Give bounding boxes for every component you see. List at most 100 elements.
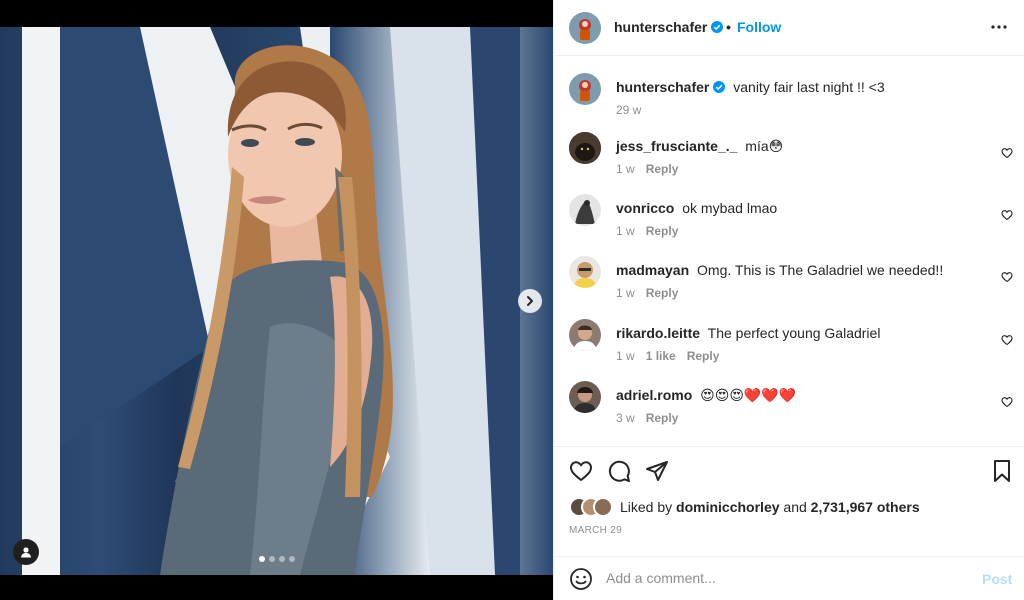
share-button[interactable] [645, 459, 669, 486]
comment-like-button[interactable] [1001, 333, 1013, 349]
comment-text: ok mybad lmao [682, 200, 778, 216]
commenter-avatar[interactable] [569, 194, 601, 226]
save-button[interactable] [990, 459, 1014, 486]
commenter-avatar[interactable] [569, 319, 601, 351]
post-caption: hunterschafer vanity fair last night !! … [554, 73, 1024, 133]
comment-meta: 1 w Reply [616, 162, 678, 176]
comment-like-button[interactable] [1001, 270, 1013, 286]
liked-by-line: Liked by dominicchorley and 2,731,967 ot… [620, 499, 920, 515]
heart-icon [570, 461, 592, 481]
comment-time[interactable]: 1 w [616, 224, 635, 238]
comment-meta: 1 w Reply [616, 286, 678, 300]
more-icon [991, 25, 1007, 29]
caption-meta: 29 w [616, 103, 641, 117]
comment-text-line: vonricco ok mybad lmao [616, 199, 777, 217]
comment-time[interactable]: 3 w [616, 411, 635, 425]
liker-avatars [569, 497, 615, 517]
carousel-dot [288, 556, 295, 562]
comment-likes-count[interactable]: 1 like [646, 349, 676, 363]
add-comment-bar: Post [554, 556, 1024, 600]
heart-icon [1001, 397, 1013, 408]
liked-by-and: and [783, 499, 807, 515]
comment-button[interactable] [607, 459, 631, 486]
comment-item: madmayan Omg. This is The Galadriel we n… [554, 256, 1024, 316]
reply-button[interactable]: Reply [646, 162, 679, 176]
heart-icon [1001, 210, 1013, 221]
tagged-users-button[interactable] [13, 539, 39, 565]
liked-by-user[interactable]: dominicchorley [676, 499, 779, 515]
reply-button[interactable]: Reply [646, 286, 679, 300]
carousel-dot [268, 556, 275, 562]
comment-like-button[interactable] [1001, 208, 1013, 224]
carousel-dot [258, 556, 265, 562]
post-photo [0, 27, 553, 575]
post-header: hunterschafer • Follow [554, 0, 1024, 56]
comment-username[interactable]: vonricco [616, 200, 674, 216]
more-options-button[interactable] [990, 18, 1008, 39]
heart-icon [1001, 148, 1013, 159]
comment-text: The perfect young Galadriel [707, 325, 881, 341]
comment-username[interactable]: jess_frusciante_._ [616, 138, 737, 154]
like-button[interactable] [569, 459, 593, 486]
likes-count[interactable]: 2,731,967 others [811, 499, 920, 515]
caption-time[interactable]: 29 w [616, 103, 641, 117]
comment-time[interactable]: 1 w [616, 286, 635, 300]
post-comment-button[interactable]: Post [982, 571, 1012, 587]
comment-username[interactable]: rikardo.leitte [616, 325, 700, 341]
comment-item: adriel.romo 😍😍😍❤️❤️❤️ 3 w Reply [554, 381, 1024, 441]
commenter-avatar[interactable] [569, 381, 601, 413]
post-media [0, 0, 553, 600]
heart-icon [1001, 335, 1013, 346]
post-side-panel: hunterschafer • Follow hunterschafer van… [553, 0, 1024, 600]
comment-username[interactable]: adriel.romo [616, 387, 692, 403]
comment-username[interactable]: madmayan [616, 262, 689, 278]
verified-icon [711, 21, 724, 33]
comment-time[interactable]: 1 w [616, 349, 635, 363]
comment-like-button[interactable] [1001, 395, 1013, 411]
comment-input[interactable] [606, 567, 966, 589]
verified-icon [713, 81, 726, 93]
post-date[interactable]: MARCH 29 [569, 525, 622, 536]
carousel-dots [0, 556, 553, 562]
carousel-dot [278, 556, 285, 562]
action-bar: Liked by dominicchorley and 2,731,967 ot… [554, 446, 1024, 556]
emoji-icon [570, 568, 592, 590]
caption-username[interactable]: hunterschafer [616, 79, 726, 95]
caption-line: hunterschafer vanity fair last night !! … [616, 78, 885, 96]
follow-button[interactable]: Follow [737, 19, 781, 35]
reply-button[interactable]: Reply [646, 411, 679, 425]
comment-meta: 3 w Reply [616, 411, 678, 425]
comment-icon [608, 460, 630, 482]
comment-meta: 1 w 1 like Reply [616, 349, 719, 363]
comment-item: vonricco ok mybad lmao 1 w Reply [554, 194, 1024, 254]
comment-item: jess_frusciante_._ mía😳 1 w Reply [554, 132, 1024, 192]
commenter-avatar[interactable] [569, 132, 601, 164]
heart-icon [1001, 272, 1013, 283]
author-username[interactable]: hunterschafer [614, 19, 724, 35]
comment-text: 😍😍😍❤️❤️❤️ [700, 387, 797, 403]
liked-by-prefix: Liked by [620, 499, 673, 515]
comment-time[interactable]: 1 w [616, 162, 635, 176]
comment-text: mía😳 [745, 138, 784, 154]
comment-item: rikardo.leitte The perfect young Galadri… [554, 319, 1024, 379]
comment-text-line: rikardo.leitte The perfect young Galadri… [616, 324, 880, 342]
post-dialog: hunterschafer • Follow hunterschafer van… [0, 0, 1024, 600]
liker-avatar [593, 497, 613, 517]
reply-button[interactable]: Reply [687, 349, 720, 363]
comment-text-line: madmayan Omg. This is The Galadriel we n… [616, 261, 943, 279]
user-tag-icon [21, 547, 31, 558]
reply-button[interactable]: Reply [646, 224, 679, 238]
header-separator: • [726, 19, 731, 35]
author-avatar[interactable] [569, 73, 601, 105]
comment-text-line: adriel.romo 😍😍😍❤️❤️❤️ [616, 386, 796, 404]
author-avatar[interactable] [569, 12, 601, 44]
comments-list: hunterschafer vanity fair last night !! … [554, 57, 1024, 445]
comment-text-line: jess_frusciante_._ mía😳 [616, 137, 783, 155]
chevron-right-icon [527, 296, 533, 306]
commenter-avatar[interactable] [569, 256, 601, 288]
photo-illustration [22, 27, 520, 575]
comment-like-button[interactable] [1001, 146, 1013, 162]
next-slide-button[interactable] [518, 289, 542, 313]
emoji-button[interactable] [569, 567, 593, 594]
comment-meta: 1 w Reply [616, 224, 678, 238]
